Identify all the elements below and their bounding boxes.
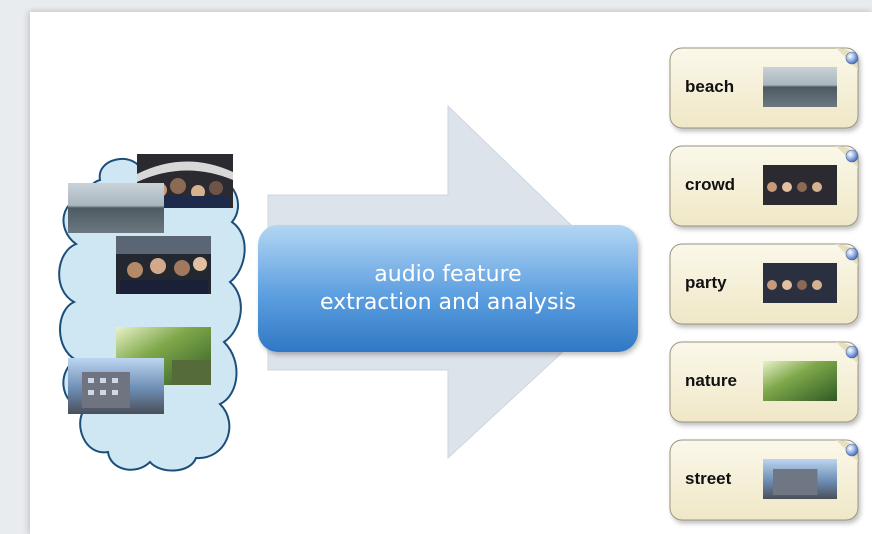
street-thumbnail — [763, 459, 837, 499]
pin-icon — [845, 149, 859, 163]
pin-icon — [845, 345, 859, 359]
party-photo — [116, 236, 211, 294]
beach-photo — [68, 183, 164, 233]
pin-icon — [845, 51, 859, 65]
category-label: crowd — [685, 175, 736, 194]
beach-thumbnail — [763, 67, 837, 107]
process-label-line1: audio feature — [374, 261, 522, 287]
process-label-line2: extraction and analysis — [319, 289, 576, 315]
pin-icon — [845, 443, 859, 457]
category-label: nature — [685, 371, 737, 390]
pin-icon — [845, 247, 859, 261]
party-thumbnail — [763, 263, 837, 303]
crowd-thumbnail — [763, 165, 837, 205]
category-label: street — [685, 469, 732, 488]
category-label: beach — [685, 77, 735, 96]
category-label: party — [685, 273, 727, 292]
street-photo — [68, 358, 164, 414]
nature-thumbnail — [763, 361, 837, 401]
process-label: audio feature extraction and analysis — [258, 225, 638, 352]
